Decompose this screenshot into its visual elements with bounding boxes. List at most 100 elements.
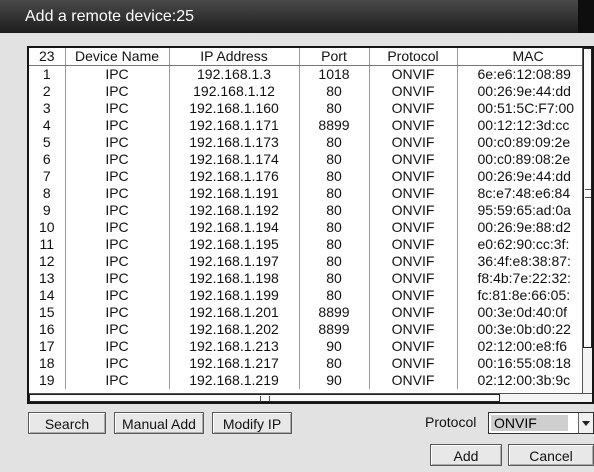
cell-row-number: 3 bbox=[29, 100, 66, 117]
cell-port: 8899 bbox=[299, 304, 370, 321]
cell-port: 90 bbox=[299, 372, 370, 389]
cell-port: 8899 bbox=[299, 117, 370, 134]
horizontal-scroll-thumb[interactable] bbox=[29, 394, 500, 402]
table-row[interactable]: 6 IPC 192.168.1.174 80 ONVIF 00:c0:89:08:2e bbox=[29, 151, 592, 168]
cell-row-number: 8 bbox=[29, 185, 66, 202]
cell-row-number: 12 bbox=[29, 253, 66, 270]
cell-protocol: ONVIF bbox=[369, 65, 458, 83]
cell-protocol: ONVIF bbox=[369, 287, 458, 304]
cell-mac-address: 00:c0:89:08:2e bbox=[457, 151, 592, 168]
cell-row-number: 18 bbox=[29, 355, 66, 372]
table-row[interactable]: 8 IPC 192.168.1.191 80 ONVIF 8c:e7:48:e6:84 bbox=[29, 185, 592, 202]
cell-device-name: IPC bbox=[65, 321, 170, 338]
table-row[interactable]: 1 IPC 192.168.1.3 1018 ONVIF 6e:e6:12:08:89 bbox=[29, 65, 592, 83]
cell-ip-address: 192.168.1.202 bbox=[169, 321, 300, 338]
table-row[interactable]: 12 IPC 192.168.1.197 80 ONVIF 36:4f:e8:38:87: bbox=[29, 253, 592, 270]
cell-ip-address: 192.168.1.176 bbox=[169, 168, 300, 185]
cell-device-name: IPC bbox=[65, 185, 170, 202]
scroll-grip-icon bbox=[585, 189, 591, 198]
cell-device-name: IPC bbox=[65, 355, 170, 372]
title-bar[interactable]: Add a remote device:25 bbox=[0, 0, 594, 33]
cell-protocol: ONVIF bbox=[369, 134, 458, 151]
cell-ip-address: 192.168.1.194 bbox=[169, 219, 300, 236]
cell-port: 80 bbox=[299, 287, 370, 304]
table-row[interactable]: 9 IPC 192.168.1.192 80 ONVIF 95:59:65:ad:0a bbox=[29, 202, 592, 219]
table-row[interactable]: 15 IPC 192.168.1.201 8899 ONVIF 00:3e:0d:40:0… bbox=[29, 304, 592, 321]
cell-port: 80 bbox=[299, 100, 370, 117]
cell-device-name: IPC bbox=[65, 287, 170, 304]
scroll-grip-icon bbox=[260, 396, 270, 401]
cell-device-name: IPC bbox=[65, 134, 170, 151]
table-row[interactable]: 11 IPC 192.168.1.195 80 ONVIF e0:62:90:cc:3f: bbox=[29, 236, 592, 253]
chevron-down-icon[interactable] bbox=[578, 413, 593, 433]
table-row[interactable]: 16 IPC 192.168.1.202 8899 ONVIF 00:3e:0b:d0:2… bbox=[29, 321, 592, 338]
cell-protocol: ONVIF bbox=[369, 372, 458, 389]
cell-protocol: ONVIF bbox=[369, 338, 458, 355]
horizontal-scrollbar[interactable] bbox=[29, 393, 592, 402]
table-row[interactable]: 13 IPC 192.168.1.198 80 ONVIF f8:4b:7e:22:32: bbox=[29, 270, 592, 287]
device-table: 23 Device Name IP Address Port Protocol … bbox=[29, 48, 592, 389]
cell-ip-address: 192.168.1.173 bbox=[169, 134, 300, 151]
cell-mac-address: 02:12:00:e8:f6 bbox=[457, 338, 592, 355]
device-table-panel: 23 Device Name IP Address Port Protocol … bbox=[27, 46, 594, 404]
table-row[interactable]: 2 IPC 192.168.1.12 80 ONVIF 00:26:9e:44:dd bbox=[29, 83, 592, 100]
cell-ip-address: 192.168.1.192 bbox=[169, 202, 300, 219]
vertical-scroll-thumb[interactable] bbox=[583, 48, 592, 348]
modify-ip-button[interactable]: Modify IP bbox=[212, 412, 292, 434]
manual-add-button[interactable]: Manual Add bbox=[114, 412, 204, 434]
search-button[interactable]: Search bbox=[28, 412, 106, 434]
cell-device-name: IPC bbox=[65, 219, 170, 236]
cell-port: 90 bbox=[299, 338, 370, 355]
protocol-selected-value: ONVIF bbox=[491, 415, 568, 431]
table-row[interactable]: 14 IPC 192.168.1.199 80 ONVIF fc:81:8e:66:05: bbox=[29, 287, 592, 304]
cell-mac-address: e0:62:90:cc:3f: bbox=[457, 236, 592, 253]
table-row[interactable]: 5 IPC 192.168.1.173 80 ONVIF 00:c0:89:09:2e bbox=[29, 134, 592, 151]
cell-protocol: ONVIF bbox=[369, 304, 458, 321]
table-row[interactable]: 4 IPC 192.168.1.171 8899 ONVIF 00:12:12:3d:cc bbox=[29, 117, 592, 134]
table-row[interactable]: 3 IPC 192.168.1.160 80 ONVIF 00:51:5C:F7:00 bbox=[29, 100, 592, 117]
cell-ip-address: 192.168.1.197 bbox=[169, 253, 300, 270]
table-row[interactable]: 17 IPC 192.168.1.213 90 ONVIF 02:12:00:e8:f6 bbox=[29, 338, 592, 355]
cell-port: 1018 bbox=[299, 65, 370, 83]
cell-mac-address: 00:16:55:08:18 bbox=[457, 355, 592, 372]
cell-port: 80 bbox=[299, 253, 370, 270]
cell-mac-address: 00:c0:89:09:2e bbox=[457, 134, 592, 151]
cell-port: 80 bbox=[299, 151, 370, 168]
cell-device-name: IPC bbox=[65, 117, 170, 134]
cell-ip-address: 192.168.1.199 bbox=[169, 287, 300, 304]
cell-mac-address: 02:12:00:3b:9c bbox=[457, 372, 592, 389]
table-row[interactable]: 7 IPC 192.168.1.176 80 ONVIF 00:26:9e:44:dd bbox=[29, 168, 592, 185]
table-header-row: 23 Device Name IP Address Port Protocol … bbox=[29, 48, 592, 66]
cell-port: 80 bbox=[299, 202, 370, 219]
title-bar-edge bbox=[578, 0, 594, 33]
column-header-device-name[interactable]: Device Name bbox=[65, 48, 170, 66]
cell-device-name: IPC bbox=[65, 304, 170, 321]
cell-device-name: IPC bbox=[65, 168, 170, 185]
cancel-button[interactable]: Cancel bbox=[508, 444, 594, 466]
cell-row-number: 7 bbox=[29, 168, 66, 185]
cell-row-number: 1 bbox=[29, 65, 66, 83]
protocol-select[interactable]: ONVIF bbox=[488, 412, 594, 434]
column-header-mac[interactable]: MAC bbox=[457, 48, 592, 66]
cell-protocol: ONVIF bbox=[369, 117, 458, 134]
device-table-body: 1 IPC 192.168.1.3 1018 ONVIF 6e:e6:12:08:89 2 I… bbox=[29, 65, 592, 389]
table-row[interactable]: 10 IPC 192.168.1.194 80 ONVIF 00:26:9e:88:d2 bbox=[29, 219, 592, 236]
column-header-protocol[interactable]: Protocol bbox=[369, 48, 458, 66]
column-header-ip-address[interactable]: IP Address bbox=[169, 48, 300, 66]
cell-row-number: 2 bbox=[29, 83, 66, 100]
column-header-count[interactable]: 23 bbox=[29, 48, 66, 66]
cell-ip-address: 192.168.1.198 bbox=[169, 270, 300, 287]
table-row[interactable]: 19 IPC 192.168.1.219 90 ONVIF 02:12:00:3b:9c bbox=[29, 372, 592, 389]
cell-device-name: IPC bbox=[65, 83, 170, 100]
column-header-port[interactable]: Port bbox=[299, 48, 370, 66]
table-row[interactable]: 18 IPC 192.168.1.217 80 ONVIF 00:16:55:08:18 bbox=[29, 355, 592, 372]
dialog-title: Add a remote device:25 bbox=[25, 8, 194, 25]
cell-device-name: IPC bbox=[65, 202, 170, 219]
vertical-scrollbar[interactable] bbox=[582, 48, 592, 402]
cell-row-number: 13 bbox=[29, 270, 66, 287]
cell-device-name: IPC bbox=[65, 253, 170, 270]
cell-ip-address: 192.168.1.195 bbox=[169, 236, 300, 253]
cell-port: 80 bbox=[299, 355, 370, 372]
add-button[interactable]: Add bbox=[430, 444, 502, 466]
cell-row-number: 4 bbox=[29, 117, 66, 134]
